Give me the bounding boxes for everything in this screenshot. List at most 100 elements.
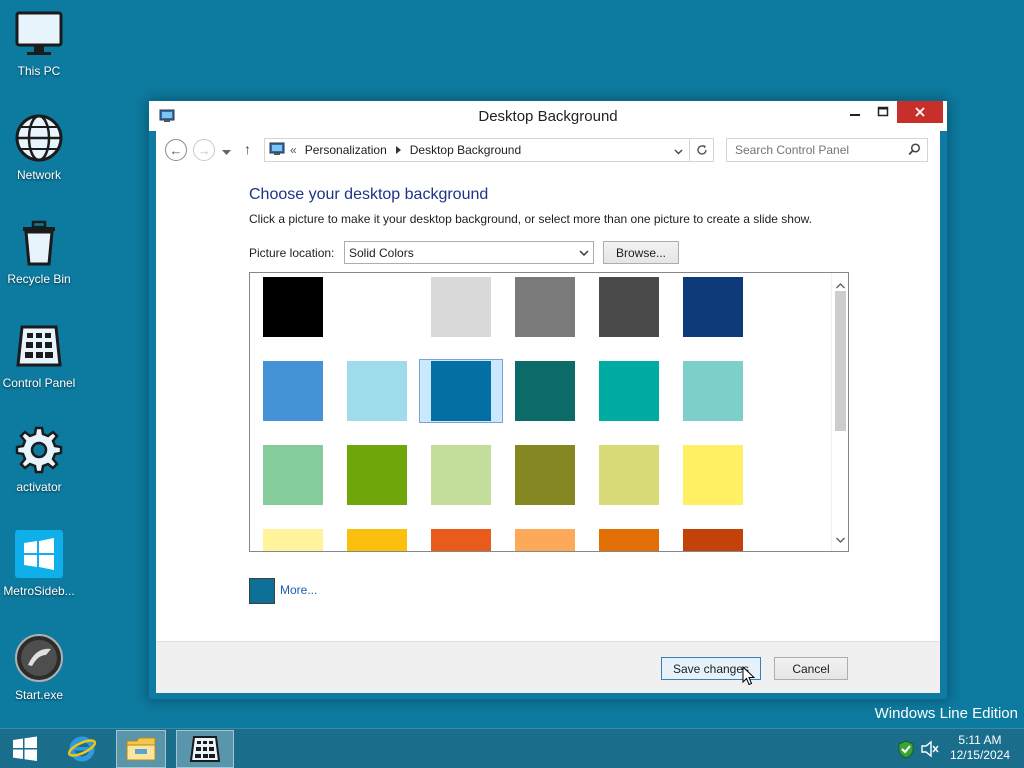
desktop-icon-label: Start.exe xyxy=(14,688,64,702)
color-swatch[interactable] xyxy=(431,529,491,551)
color-swatch[interactable] xyxy=(347,445,407,505)
start-orb-icon xyxy=(13,632,65,684)
breadcrumb-desktop-background[interactable]: Desktop Background xyxy=(410,143,521,157)
breadcrumb-overflow[interactable]: « xyxy=(290,143,297,157)
breadcrumb-separator-icon xyxy=(395,143,401,157)
taskbar-control-panel[interactable] xyxy=(176,730,234,768)
close-button[interactable] xyxy=(897,101,943,123)
chevron-down-icon xyxy=(579,247,589,261)
refresh-icon xyxy=(696,145,707,155)
color-swatch[interactable] xyxy=(347,277,407,337)
color-swatch[interactable] xyxy=(599,361,659,421)
title-bar[interactable]: Desktop Background xyxy=(149,101,947,131)
forward-button[interactable]: → xyxy=(193,139,215,161)
picture-location-label: Picture location: xyxy=(249,246,335,260)
address-dropdown-icon[interactable] xyxy=(674,145,683,159)
back-arrow-icon: ← xyxy=(169,142,183,158)
desktop-icon-control-panel[interactable]: Control Panel xyxy=(0,316,78,412)
search-input[interactable] xyxy=(735,143,905,157)
browse-button[interactable]: Browse... xyxy=(603,241,679,264)
control-panel-icon xyxy=(13,320,65,372)
desktop-icon-this-pc[interactable]: This PC xyxy=(0,4,78,100)
window-title: Desktop Background xyxy=(478,108,618,125)
clock-date: 12/15/2024 xyxy=(949,748,1010,762)
color-swatch[interactable] xyxy=(431,277,491,337)
windows-start-icon xyxy=(13,736,37,761)
minimize-button[interactable] xyxy=(841,101,869,123)
color-swatch[interactable] xyxy=(683,277,743,337)
control-panel-breadcrumb-icon xyxy=(269,141,285,160)
start-button[interactable] xyxy=(0,730,50,768)
color-swatch[interactable] xyxy=(599,277,659,337)
taskbar-internet-explorer[interactable] xyxy=(58,730,106,768)
color-swatch[interactable] xyxy=(263,529,323,551)
desktop-icon-network[interactable]: Network xyxy=(0,108,78,204)
picture-location-select[interactable]: Solid Colors xyxy=(344,241,594,264)
desktop-icon-label: Recycle Bin xyxy=(7,272,71,286)
refresh-button[interactable] xyxy=(690,138,714,162)
breadcrumb-personalization[interactable]: Personalization xyxy=(305,143,387,157)
desktop-icon-label: Network xyxy=(16,168,61,182)
color-swatch[interactable] xyxy=(263,277,323,337)
search-icon[interactable] xyxy=(908,143,921,159)
taskbar: 5:11 AM 12/15/2024 xyxy=(0,728,1024,768)
desktop-icon-label: This PC xyxy=(17,64,61,78)
color-swatch[interactable] xyxy=(515,445,575,505)
maximize-button[interactable] xyxy=(869,101,897,123)
window-content: ← → ↑ « Personalization Desktop Backgrou… xyxy=(156,131,940,693)
volume-muted-icon[interactable] xyxy=(920,739,940,759)
color-swatch[interactable] xyxy=(431,445,491,505)
computer-icon xyxy=(13,8,65,60)
desktop-icon-label: MetroSideb... xyxy=(3,584,75,598)
color-swatch[interactable] xyxy=(515,529,575,551)
forward-arrow-icon: → xyxy=(197,142,211,158)
desktop-icon-activator[interactable]: activator xyxy=(0,420,78,516)
scrollbar-thumb[interactable] xyxy=(835,291,846,431)
page-heading: Choose your desktop background xyxy=(249,186,489,203)
color-swatch[interactable] xyxy=(683,529,743,551)
color-swatch[interactable] xyxy=(347,529,407,551)
control-panel-icon xyxy=(189,736,221,762)
internet-explorer-icon xyxy=(67,736,97,762)
search-box[interactable] xyxy=(726,138,928,162)
recycle-bin-icon xyxy=(13,216,65,268)
action-center-icon[interactable] xyxy=(896,739,916,759)
color-swatch[interactable] xyxy=(515,277,575,337)
recent-pages-dropdown[interactable] xyxy=(222,145,231,159)
color-swatch[interactable] xyxy=(515,361,575,421)
color-swatch[interactable] xyxy=(599,529,659,551)
up-arrow-icon[interactable]: ↑ xyxy=(244,141,251,157)
cancel-button[interactable]: Cancel xyxy=(774,657,848,680)
taskbar-file-explorer[interactable] xyxy=(116,730,166,768)
edition-watermark: Windows Line Edition xyxy=(874,705,1018,722)
desktop-icon-recycle-bin[interactable]: Recycle Bin xyxy=(0,212,78,308)
windows-logo-icon xyxy=(13,528,65,580)
globe-icon xyxy=(13,112,65,164)
color-swatch[interactable] xyxy=(431,361,491,421)
scroll-down-icon[interactable] xyxy=(836,532,845,546)
more-colors-link[interactable]: More... xyxy=(280,583,317,597)
picture-location-value: Solid Colors xyxy=(349,245,414,260)
color-swatch[interactable] xyxy=(683,361,743,421)
desktop-icon-start-exe[interactable]: Start.exe xyxy=(0,628,78,724)
color-picker-list[interactable] xyxy=(249,272,849,552)
vertical-scrollbar[interactable] xyxy=(831,273,848,551)
color-swatch[interactable] xyxy=(263,361,323,421)
taskbar-clock[interactable]: 5:11 AM 12/15/2024 xyxy=(950,733,1010,763)
page-instructions: Click a picture to make it your desktop … xyxy=(249,212,812,226)
gear-icon xyxy=(13,424,65,476)
file-explorer-icon xyxy=(126,737,156,761)
desktop-icon-metrosidebar[interactable]: MetroSideb... xyxy=(0,524,78,620)
color-swatch[interactable] xyxy=(599,445,659,505)
current-color-swatch xyxy=(249,578,275,604)
color-swatch[interactable] xyxy=(347,361,407,421)
desktop-icon-label: Control Panel xyxy=(2,376,76,390)
mouse-pointer-icon xyxy=(742,665,756,689)
dialog-footer: Save changes Cancel xyxy=(156,641,940,693)
address-bar[interactable]: « Personalization Desktop Background xyxy=(264,138,690,162)
color-swatch[interactable] xyxy=(683,445,743,505)
scroll-up-icon[interactable] xyxy=(836,278,845,292)
desktop-background-window: Desktop Background ← → ↑ « Personalizati… xyxy=(148,100,948,700)
color-swatch[interactable] xyxy=(263,445,323,505)
back-button[interactable]: ← xyxy=(165,139,187,161)
